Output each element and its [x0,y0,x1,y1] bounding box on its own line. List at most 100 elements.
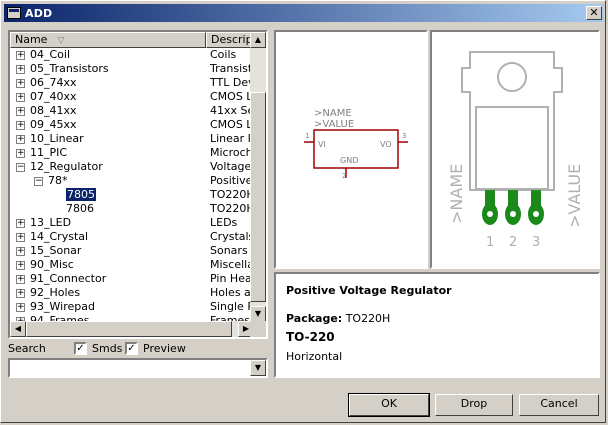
preview-label[interactable]: Preview [143,342,186,355]
expand-icon[interactable]: + [16,233,25,242]
search-options: Search ✓ Smds ✓ Preview [8,341,268,357]
tree-row-name: 07_40xx [30,90,77,103]
expand-icon[interactable]: + [16,51,25,60]
tree-row[interactable]: +05_Transistors Transist [10,62,254,76]
package-pad-1-hole [487,211,493,217]
package-mounting-hole [497,62,527,92]
horizontal-scrollbar[interactable]: ◀ ▶ [10,321,254,337]
expand-icon[interactable]: + [16,303,25,312]
expand-icon[interactable]: + [16,121,25,130]
description-panel: Positive Voltage Regulator Package: TO22… [274,272,600,378]
title-bar[interactable]: ADD ✕ [4,4,604,22]
tree-row-name: 7806 [66,202,94,215]
expand-icon[interactable]: + [16,289,25,298]
expand-icon[interactable]: + [16,261,25,270]
package-pad-3-hole [533,211,539,217]
tree-row-name: 92_Holes [30,286,81,299]
tree-row[interactable]: 7806 TO220H [10,202,254,216]
tree-row-name: 13_LED [30,216,72,229]
search-input[interactable]: ▼ [8,358,268,378]
cancel-button[interactable]: Cancel [519,394,599,416]
description-package-label: Package: [286,312,343,325]
collapse-icon[interactable]: − [34,177,43,186]
symbol-pin-gnd-label: GND [340,156,358,165]
symbol-name-label: >NAME [314,108,352,119]
tree-row-description: Microchi [210,146,254,159]
expand-icon[interactable]: + [16,275,25,284]
tree-row[interactable]: +09_45xx CMOS L [10,118,254,132]
tree-row[interactable]: +07_40xx CMOS L [10,90,254,104]
expand-icon[interactable]: + [16,247,25,256]
tree-row-description: Linear IC [210,132,254,145]
window-title: ADD [25,6,53,20]
package-body-outline [475,106,549,190]
tree-row[interactable]: −12_Regulator Voltage [10,160,254,174]
scroll-down-button[interactable]: ▼ [250,306,266,322]
package-value-label: >VALUE [565,164,584,228]
tree-row-description: Positive [210,174,253,187]
tree-row[interactable]: +91_Connector Pin Hea [10,272,254,286]
scroll-left-button[interactable]: ◀ [10,321,26,337]
smds-label[interactable]: Smds [92,342,122,355]
expand-icon[interactable]: + [16,135,25,144]
vertical-scroll-thumb[interactable] [250,92,266,302]
tree-row-description: CMOS L [210,90,253,103]
tree-row-name: 78* [48,174,68,187]
tree-row-description: 41xx Ser [210,104,254,117]
smds-checkbox[interactable]: ✓ [74,342,87,355]
symbol-drawing: >NAME >VALUE VI VO GND 1 3 2 [304,108,408,180]
scroll-up-button[interactable]: ▲ [250,32,266,48]
preview-checkbox[interactable]: ✓ [125,342,138,355]
expand-icon[interactable]: + [16,107,25,116]
tree-row[interactable]: +14_Crystal Crystals [10,230,254,244]
column-header-name[interactable]: Name ▽ [10,32,206,48]
tree-row[interactable]: +10_Linear Linear IC [10,132,254,146]
tree-row-description: LEDs [210,216,238,229]
description-package-name: TO-220 [286,330,335,344]
tree-row-name: 11_PIC [30,146,68,159]
tree-row-name: 14_Crystal [30,230,89,243]
description-package: Package: TO220H [286,312,390,325]
expand-icon[interactable]: + [16,149,25,158]
expand-icon[interactable]: + [16,65,25,74]
tree-row-description: Miscella [210,258,254,271]
tree-row-name: 93_Wirepad [30,300,95,313]
tree-row-description: Sonars [210,244,248,257]
tree-row[interactable]: +90_Misc Miscella [10,258,254,272]
tree-row[interactable]: +92_Holes Holes ar [10,286,254,300]
symbol-preview: >NAME >VALUE VI VO GND 1 3 2 [274,30,428,269]
tree-row[interactable]: +15_Sonar Sonars [10,244,254,258]
tree-row[interactable]: +11_PIC Microchi [10,146,254,160]
tree-row[interactable]: −78* Positive [10,174,254,188]
symbol-pin-out-number: 3 [402,132,406,140]
tree-row[interactable]: +13_LED LEDs [10,216,254,230]
expand-icon[interactable]: + [16,219,25,228]
column-header-description[interactable]: Descrip [206,32,254,48]
library-tree[interactable]: Name ▽ Descrip +04_Coil Coils +05_Transisto… [8,30,268,339]
package-pin-number-1: 1 [486,235,494,250]
description-orientation: Horizontal [286,350,343,363]
tree-row[interactable]: +08_41xx 41xx Ser [10,104,254,118]
close-button[interactable]: ✕ [586,6,602,20]
symbol-value-label: >VALUE [314,119,354,130]
tree-row-description: Holes ar [210,286,254,299]
tree-row-description: Voltage [210,160,252,173]
expand-icon[interactable]: + [16,93,25,102]
tree-row-description: Coils [210,48,237,61]
tree-row-name: 91_Connector [30,272,107,285]
tree-row[interactable]: +06_74xx TTL Dev [10,76,254,90]
ok-button[interactable]: OK [348,393,430,417]
search-dropdown-button[interactable]: ▼ [250,360,266,376]
scroll-corner [250,321,266,337]
collapse-icon[interactable]: − [16,163,25,172]
horizontal-scroll-thumb[interactable] [26,321,232,337]
tree-row[interactable]: +93_Wirepad Single P [10,300,254,314]
sort-arrow-icon: ▽ [57,36,65,46]
expand-icon[interactable]: + [16,79,25,88]
tree-row[interactable]: 7805 TO220H [10,187,254,202]
drop-button[interactable]: Drop [435,394,513,416]
vertical-scrollbar[interactable]: ▲ ▼ [250,32,266,322]
tree-row-name: 90_Misc [30,258,74,271]
tree-row[interactable]: +04_Coil Coils [10,48,254,62]
tree-row-name: 15_Sonar [30,244,82,257]
